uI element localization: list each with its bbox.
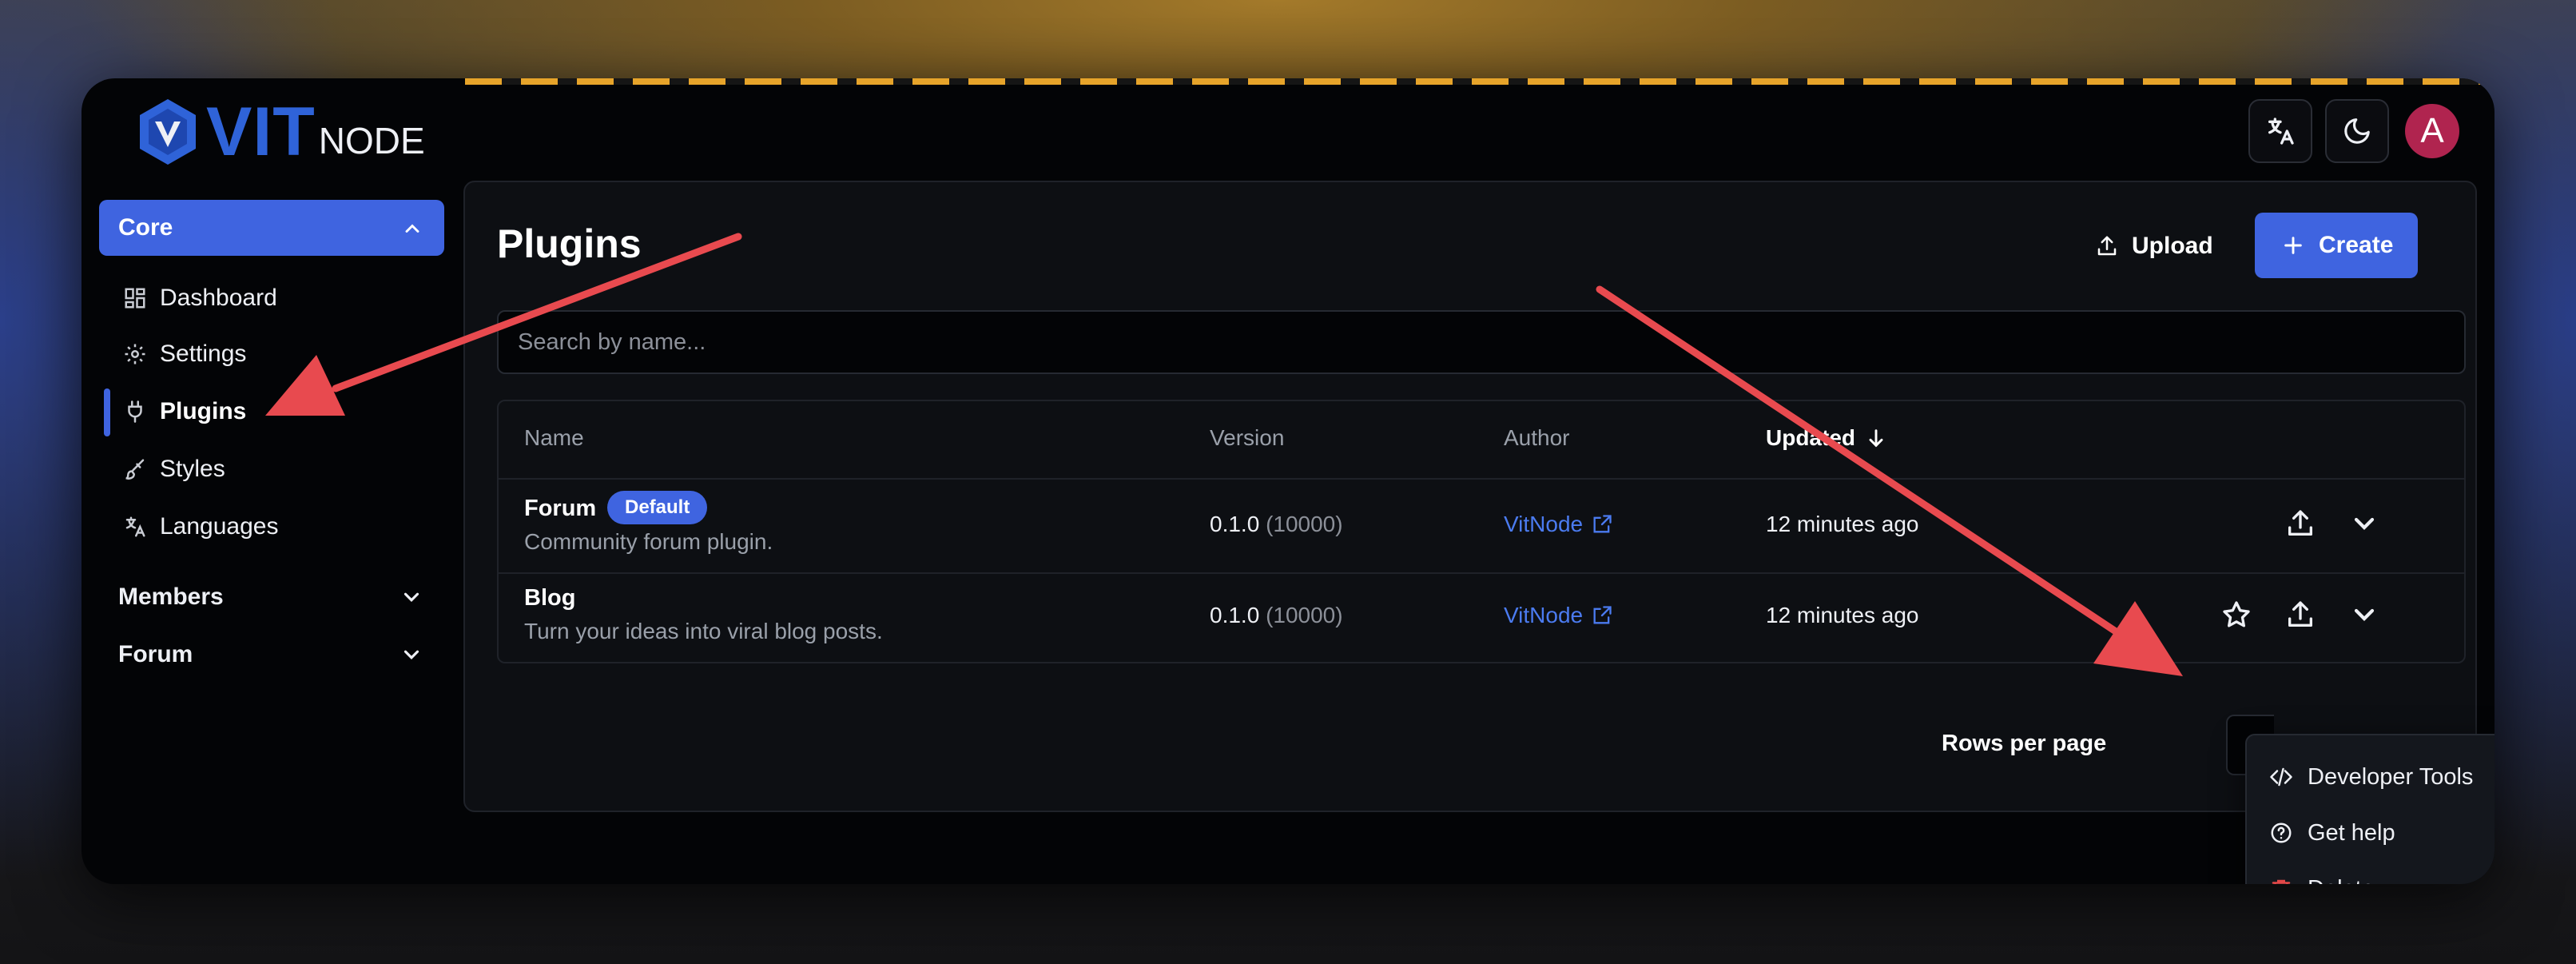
sidebar-item-dashboard[interactable]: Dashboard [123,276,277,321]
active-indicator [104,388,110,436]
sidebar-item-label: Languages [160,513,279,540]
default-badge: Default [607,491,708,524]
author-name: VitNode [1504,512,1584,536]
author-name: VitNode [1504,603,1584,627]
sidebar-item-languages[interactable]: Languages [123,504,278,549]
chevron-up-icon [405,224,419,233]
plugin-author-link[interactable]: VitNode [1504,603,1613,628]
help-circle-icon [2271,823,2292,843]
star-icon [2223,601,2250,627]
row-actions-menu: Developer Tools Get help Delete [2245,734,2495,884]
column-header-name[interactable]: Name [524,425,584,451]
upload-label: Upload [2132,233,2213,259]
plus-icon [2284,237,2302,254]
chevron-down-icon [2354,517,2375,530]
menu-item-developer-tools[interactable]: Developer Tools [2269,755,2473,799]
sidebar-group-label: Forum [118,641,193,667]
column-header-updated-label: Updated [1766,425,1855,450]
trash-icon [2272,879,2291,884]
moon-icon [2344,118,2370,144]
sidebar-item-settings[interactable]: Settings [123,332,246,376]
plugin-author-link[interactable]: VitNode [1504,512,1613,537]
menu-item-label: Developer Tools [2308,763,2474,790]
plug-icon [128,400,142,423]
brand-logo[interactable]: VIT NODE [137,98,425,166]
sidebar-item-label: Styles [160,456,225,482]
code-icon [2270,767,2292,787]
column-header-author[interactable]: Author [1504,425,1570,451]
arrow-down-icon [1869,429,1883,448]
menu-item-get-help[interactable]: Get help [2269,811,2395,855]
row-actions-toggle[interactable] [2346,596,2383,633]
upload-icon [2097,236,2117,256]
search-input[interactable] [497,310,2466,374]
version-number: 0.1.0 [1210,512,1260,536]
row-divider [499,478,2464,480]
sidebar-group-core-label: Core [118,214,173,241]
plugins-table: Name Version Author Updated Forum Defaul… [497,400,2466,663]
external-link-icon [1593,515,1612,533]
column-header-version[interactable]: Version [1210,425,1284,451]
plugin-version: 0.1.0 (10000) [1210,512,1343,537]
plugin-name: Blog [524,585,576,611]
brand-node: NODE [318,120,425,161]
set-default-button[interactable] [2218,596,2255,633]
avatar[interactable]: A [2405,104,2459,158]
sidebar-group-core[interactable]: Core [99,200,444,256]
row-actions-toggle[interactable] [2346,505,2383,542]
sidebar-item-plugins[interactable]: Plugins [123,389,246,434]
sidebar-item-label: Dashboard [160,285,277,311]
dashboard-icon [125,288,145,309]
vitnode-logo-icon [140,99,196,165]
upload-icon [2288,601,2312,627]
app-window: VIT NODE A Core Dashboard Settings Plugi… [81,78,2495,884]
chevron-down-icon [403,592,419,602]
plugin-version: 0.1.0 (10000) [1210,603,1343,628]
brush-icon [125,459,145,480]
rows-per-page-label: Rows per page [1942,731,2107,756]
hazard-stripe [465,78,2495,85]
create-label: Create [2319,232,2394,258]
sidebar-group-label: Members [118,584,224,610]
brand-vit: VIT [206,94,316,170]
version-number: 0.1.0 [1210,603,1260,627]
sidebar-item-label: Plugins [160,398,247,424]
gear-icon [125,344,145,364]
plugin-name: Forum [524,496,597,521]
chevron-down-icon [2354,608,2375,621]
plugin-description: Community forum plugin. [524,529,773,554]
translate-icon [2268,118,2294,145]
plugin-description: Turn your ideas into viral blog posts. [524,619,883,643]
upload-plugin-button[interactable] [2282,505,2319,542]
main-panel: Plugins Upload Create Name Version Autho… [463,181,2477,812]
language-button[interactable] [2248,99,2312,163]
plugin-updated: 12 minutes ago [1766,512,1919,536]
menu-item-delete[interactable]: Delete [2269,866,2375,884]
translate-icon [125,516,145,537]
plugin-updated: 12 minutes ago [1766,603,1919,627]
upload-icon [2288,510,2312,536]
sidebar-group-members[interactable]: Members [118,575,438,619]
row-divider [499,572,2464,574]
menu-item-label: Delete [2308,876,2375,885]
version-code: (10000) [1266,603,1343,627]
upload-plugin-button[interactable] [2282,596,2319,633]
upload-button[interactable]: Upload [2095,214,2231,278]
column-header-updated[interactable]: Updated [1766,425,1887,451]
page-title: Plugins [497,221,642,266]
create-button[interactable]: Create [2255,213,2418,278]
external-link-icon [1593,606,1612,624]
menu-item-label: Get help [2308,819,2395,846]
sidebar-item-label: Settings [160,341,247,367]
sidebar-item-styles[interactable]: Styles [123,447,225,492]
version-code: (10000) [1266,512,1343,536]
theme-toggle-button[interactable] [2325,99,2389,163]
chevron-down-icon [403,650,419,659]
sidebar-group-forum[interactable]: Forum [118,632,438,677]
